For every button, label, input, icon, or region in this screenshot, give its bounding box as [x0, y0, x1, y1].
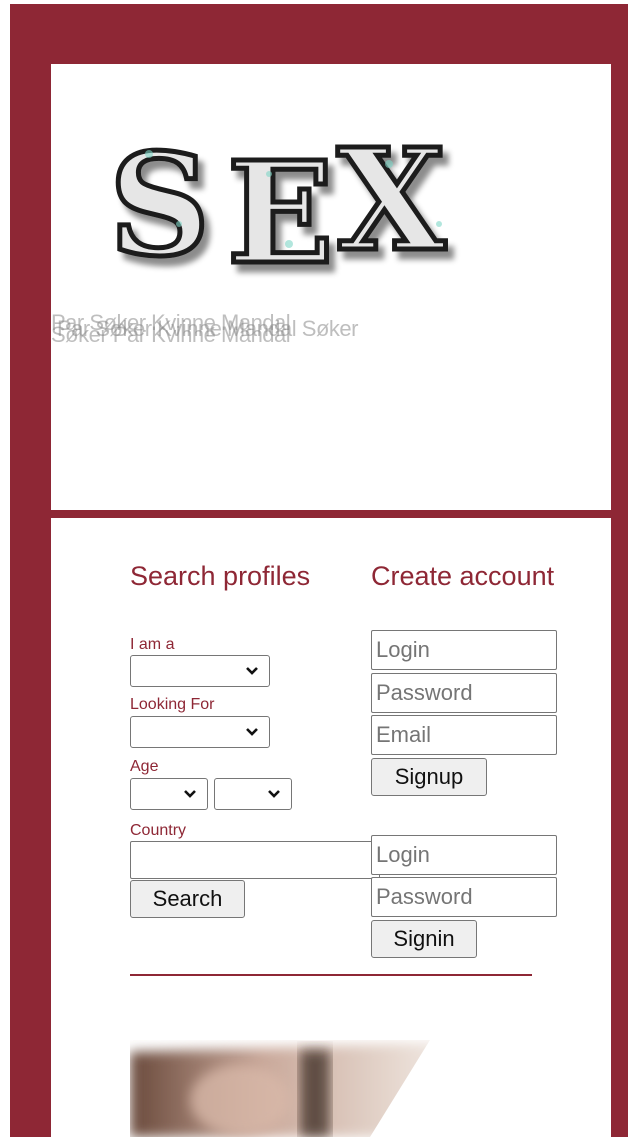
profile-photo[interactable] — [130, 1040, 510, 1137]
signin-login-field[interactable]: Login — [371, 835, 557, 875]
signin-button[interactable]: Signin — [371, 920, 477, 958]
section-divider — [51, 510, 611, 518]
chevron-down-icon — [184, 790, 196, 798]
create-account-title: Create account — [371, 561, 555, 591]
chevron-down-icon — [246, 667, 258, 675]
signup-password-field[interactable]: Password — [371, 673, 557, 713]
country-input[interactable] — [130, 841, 380, 879]
age-to-select[interactable] — [214, 778, 292, 810]
header-panel: S E X Par Søker Kvinne Mandal Søker Par … — [51, 64, 611, 510]
section-rule — [130, 974, 532, 976]
looking-for-select[interactable] — [130, 716, 270, 748]
site-logo: S E X — [109, 117, 449, 285]
ghost-text-3: Par Søker Kvinne Mandal Søker — [57, 316, 358, 341]
chevron-down-icon — [268, 790, 280, 798]
logo-letter-s: S — [109, 124, 210, 284]
profile-photo-image — [130, 1040, 510, 1137]
signup-email-field[interactable]: Email — [371, 715, 557, 755]
search-button[interactable]: Search — [130, 880, 245, 918]
signup-login-field[interactable]: Login — [371, 630, 557, 670]
logo-letter-x: X — [337, 119, 446, 283]
looking-for-label: Looking For — [130, 696, 215, 713]
i-am-label: I am a — [130, 636, 175, 653]
i-am-select[interactable] — [130, 655, 270, 687]
signin-password-field[interactable]: Password — [371, 877, 557, 917]
age-label: Age — [130, 758, 159, 775]
logo-letter-e: E — [227, 132, 334, 284]
country-label: Country — [130, 822, 187, 839]
main-panel: Search profiles I am a Looking For Age C… — [51, 518, 611, 1137]
search-title: Search profiles — [130, 561, 311, 591]
signup-button[interactable]: Signup — [371, 758, 487, 796]
chevron-down-icon — [246, 728, 258, 736]
age-from-select[interactable] — [130, 778, 208, 810]
